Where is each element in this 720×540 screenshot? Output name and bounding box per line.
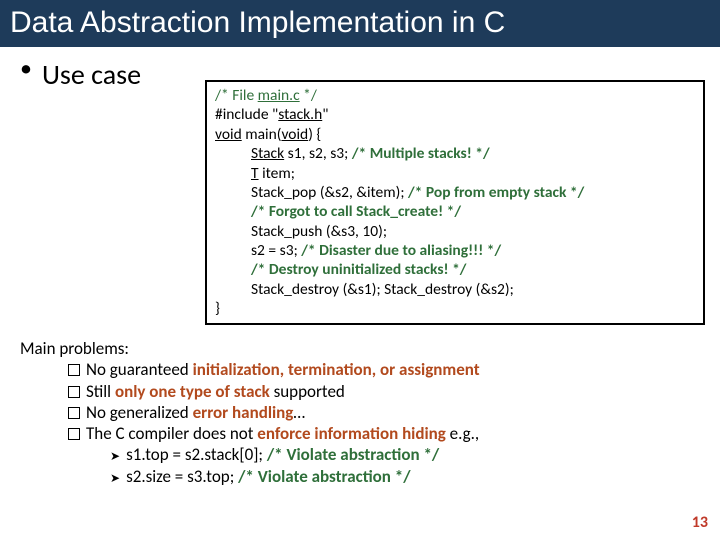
problems-intro: Main problems: (20, 338, 700, 359)
code-block: /* File main.c */ #include "stack.h" voi… (205, 80, 705, 325)
page-number: 13 (692, 513, 708, 532)
bullet-text: Use case (42, 57, 141, 92)
square-bullet-icon (68, 381, 86, 402)
square-bullet-icon (68, 402, 86, 423)
bullet-dot-icon: • (20, 57, 32, 81)
problems-section: Main problems: No guaranteed initializat… (20, 338, 700, 487)
arrow-bullet-icon (110, 444, 126, 465)
arrow-bullet-icon (110, 466, 126, 487)
square-bullet-icon (68, 423, 86, 444)
slide-title: Data Abstraction Implementation in C (0, 0, 720, 47)
square-bullet-icon (68, 359, 86, 380)
